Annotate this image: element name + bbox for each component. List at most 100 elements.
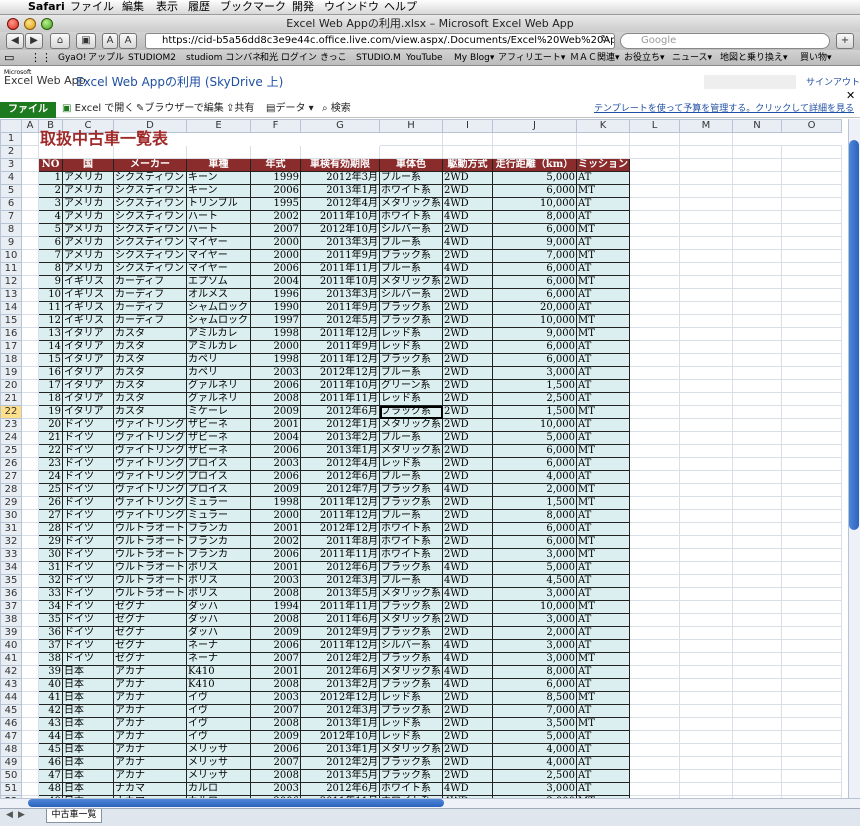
cell[interactable] xyxy=(186,145,251,159)
cell[interactable] xyxy=(629,158,680,172)
data-cell[interactable]: ブラック系 xyxy=(379,600,443,614)
cell[interactable] xyxy=(732,535,782,549)
cell[interactable] xyxy=(679,483,733,497)
data-cell[interactable]: 日本 xyxy=(62,730,114,744)
data-cell[interactable]: 4WD xyxy=(442,236,493,250)
cell[interactable] xyxy=(732,665,782,679)
cell[interactable] xyxy=(629,665,680,679)
cell[interactable] xyxy=(732,171,782,185)
data-cell[interactable]: 31 xyxy=(38,561,63,575)
data-cell[interactable]: 4WD xyxy=(442,262,493,276)
cell[interactable] xyxy=(629,210,680,224)
data-cell[interactable]: ドイツ xyxy=(62,431,114,445)
cell[interactable] xyxy=(21,613,39,627)
data-cell[interactable]: 4WD xyxy=(442,210,493,224)
row-header[interactable]: 47 xyxy=(0,730,22,744)
row-header[interactable]: 41 xyxy=(0,652,22,666)
column-header-L[interactable]: L xyxy=(629,119,680,133)
cell[interactable] xyxy=(629,496,680,510)
data-cell[interactable]: 2011年9月 xyxy=(300,340,380,354)
row-header[interactable]: 49 xyxy=(0,756,22,770)
data-cell[interactable]: 3,000 xyxy=(492,782,577,796)
data-cell[interactable]: 日本 xyxy=(62,743,114,757)
data-cell[interactable]: 6 xyxy=(38,236,63,250)
data-cell[interactable]: 2003 xyxy=(250,782,301,796)
cell[interactable] xyxy=(781,561,842,575)
data-cell[interactable]: 2007 xyxy=(250,704,301,718)
data-cell[interactable]: 3,000 xyxy=(492,366,577,380)
cell[interactable] xyxy=(629,574,680,588)
menu-edit[interactable]: 編集 xyxy=(122,0,144,14)
cell[interactable] xyxy=(679,769,733,783)
data-cell[interactable]: 2009 xyxy=(250,730,301,744)
snapshot-icon[interactable]: ▣ xyxy=(76,33,96,49)
data-cell[interactable]: 2011年10月 xyxy=(300,379,380,393)
row-header[interactable]: 18 xyxy=(0,353,22,367)
cell[interactable] xyxy=(629,548,680,562)
cell[interactable] xyxy=(781,327,842,341)
data-cell[interactable]: ドイツ xyxy=(62,470,114,484)
data-cell[interactable]: 1994 xyxy=(250,600,301,614)
row-header[interactable]: 2 xyxy=(0,145,22,159)
data-cell[interactable]: 30 xyxy=(38,548,63,562)
data-cell[interactable]: MT xyxy=(576,327,630,341)
data-cell[interactable]: AT xyxy=(576,340,630,354)
data-cell[interactable]: 2002 xyxy=(250,535,301,549)
data-cell[interactable]: メリッサ xyxy=(186,756,251,770)
cell[interactable] xyxy=(781,457,842,471)
data-cell[interactable]: ヴァイトリング xyxy=(113,431,187,445)
cell[interactable] xyxy=(679,184,733,198)
data-cell[interactable]: 2012年7月 xyxy=(300,483,380,497)
bookmark-item[interactable]: アフィリエート▾ xyxy=(498,50,565,66)
data-cell[interactable]: 2WD xyxy=(442,418,493,432)
data-cell[interactable]: プロイス xyxy=(186,470,251,484)
data-cell[interactable]: 2009 xyxy=(250,405,301,419)
data-cell[interactable]: 20,000 xyxy=(492,301,577,315)
data-cell[interactable]: 44 xyxy=(38,730,63,744)
row-header[interactable]: 6 xyxy=(0,197,22,211)
cell[interactable] xyxy=(21,184,39,198)
data-cell[interactable]: ドイツ xyxy=(62,639,114,653)
data-cell[interactable]: 2000 xyxy=(250,340,301,354)
cell[interactable] xyxy=(679,340,733,354)
cell[interactable] xyxy=(21,444,39,458)
data-cell[interactable]: メタリック系 xyxy=(379,444,443,458)
column-header-H[interactable]: H xyxy=(379,119,443,133)
data-cell[interactable]: 1998 xyxy=(250,327,301,341)
data-cell[interactable]: 2012年12月 xyxy=(300,522,380,536)
spreadsheet-grid[interactable]: ABCDEFGHIJKLMNO 1 取扱中古車一覧表 2 3 NO 国メーカー 車種 年式 車検… xyxy=(0,119,848,798)
cell[interactable] xyxy=(21,652,39,666)
data-cell[interactable]: ポリス xyxy=(186,561,251,575)
row-header[interactable]: 1 xyxy=(0,132,22,146)
data-cell[interactable]: 日本 xyxy=(62,782,114,796)
data-cell[interactable]: メタリック系 xyxy=(379,275,443,289)
data-cell[interactable]: MT xyxy=(576,600,630,614)
cell[interactable] xyxy=(732,327,782,341)
data-cell[interactable]: 1 xyxy=(38,171,63,185)
cell[interactable] xyxy=(781,678,842,692)
data-cell[interactable]: 13 xyxy=(38,327,63,341)
cell[interactable] xyxy=(629,418,680,432)
cell[interactable] xyxy=(732,210,782,224)
data-cell[interactable]: 21 xyxy=(38,431,63,445)
data-cell[interactable]: 2013年3月 xyxy=(300,236,380,250)
data-cell[interactable]: 24 xyxy=(38,470,63,484)
data-cell[interactable]: シャムロック xyxy=(186,314,251,328)
data-cell[interactable]: ホワイト系 xyxy=(379,210,443,224)
cell[interactable] xyxy=(732,262,782,276)
data-cell[interactable]: 33 xyxy=(38,587,63,601)
data-cell[interactable]: AT xyxy=(576,457,630,471)
cell[interactable] xyxy=(629,704,680,718)
cell[interactable] xyxy=(679,379,733,393)
data-cell[interactable]: 2WD xyxy=(442,275,493,289)
data-cell[interactable]: メタリック系 xyxy=(379,743,443,757)
search-field[interactable]: Google xyxy=(620,33,830,49)
cell[interactable] xyxy=(629,652,680,666)
data-cell[interactable]: ダッハ xyxy=(186,613,251,627)
data-cell[interactable]: 2000 xyxy=(250,249,301,263)
column-header-F[interactable]: F xyxy=(250,119,301,133)
data-cell[interactable]: カスタ xyxy=(113,392,187,406)
data-cell[interactable]: 3,000 xyxy=(492,652,577,666)
data-cell[interactable]: 2008 xyxy=(250,769,301,783)
data-cell[interactable]: ミュラー xyxy=(186,509,251,523)
